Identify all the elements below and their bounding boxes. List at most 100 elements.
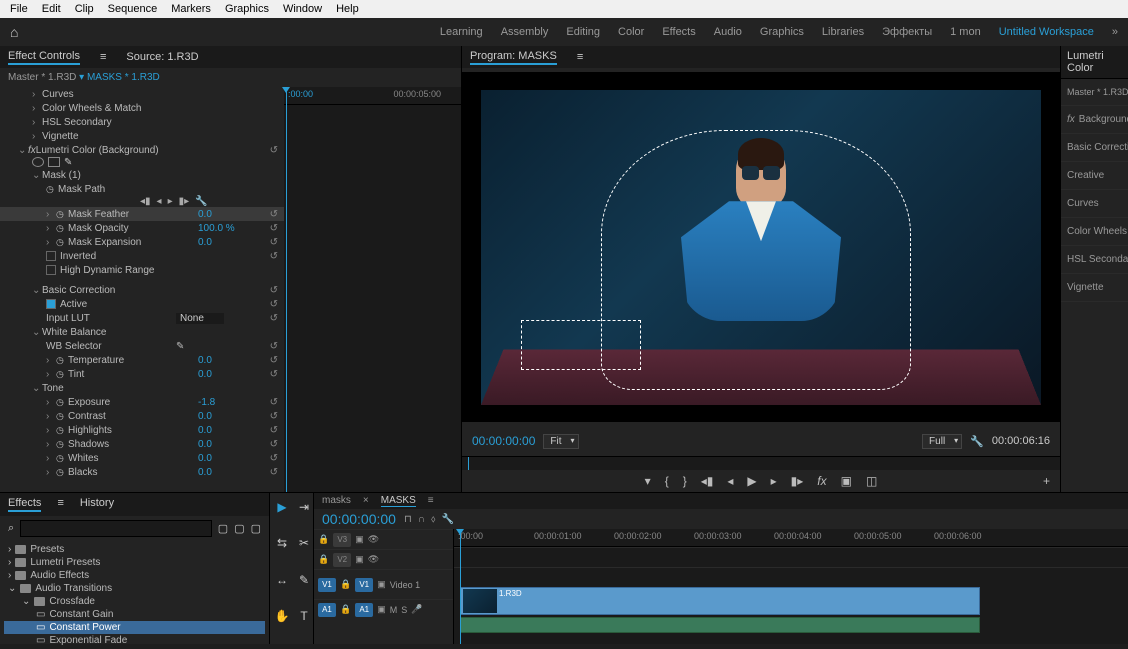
ws-custom1[interactable]: Эффекты <box>882 26 932 38</box>
panel-menu-icon[interactable]: ≡ <box>100 51 106 63</box>
eye-icon[interactable]: 👁 <box>368 534 379 545</box>
val-tint[interactable]: 0.0 <box>198 369 212 380</box>
fx-exp-fade[interactable]: Exponential Fade <box>49 635 127 646</box>
seq-tab-masks2[interactable]: MASKS <box>381 495 416 507</box>
settings-icon[interactable]: 🔧 <box>441 514 453 525</box>
step-fwd1-icon[interactable]: ▸ <box>771 474 777 488</box>
snap-icon[interactable]: ⊓ <box>404 514 412 525</box>
ws-assembly[interactable]: Assembly <box>501 26 549 38</box>
reset-icon[interactable]: ↺ <box>270 209 278 220</box>
type-tool-icon[interactable]: T <box>296 608 312 624</box>
lut-dropdown[interactable]: None <box>176 313 224 324</box>
step-fwd-icon[interactable]: ▮▸ <box>791 474 804 488</box>
fx-crossfade[interactable]: Crossfade <box>49 596 95 607</box>
video-clip[interactable]: 1.R3D <box>460 587 980 615</box>
prop-shadows[interactable]: Shadows <box>68 439 198 450</box>
val-highlights[interactable]: 0.0 <box>198 425 212 436</box>
prop-lumetri[interactable]: Lumetri Color (Background) <box>36 145 166 156</box>
step-back1-icon[interactable]: ◂ <box>727 474 733 488</box>
prop-colorwheels[interactable]: Color Wheels & Match <box>42 103 172 114</box>
panel-menu-icon[interactable]: ≡ <box>577 51 583 63</box>
resolution-dropdown[interactable]: Full <box>922 434 962 449</box>
prop-basic[interactable]: Basic Correction <box>42 285 172 296</box>
timeline-ruler[interactable]: :00:00 00:00:01:00 00:00:02:00 00:00:03:… <box>454 529 1128 547</box>
fx-audio-transitions[interactable]: Audio Transitions <box>35 583 112 594</box>
stopwatch-icon[interactable]: ◷ <box>46 184 58 195</box>
prop-maskopacity[interactable]: Mask Opacity <box>68 223 198 234</box>
hdr-checkbox[interactable] <box>46 265 56 275</box>
menu-help[interactable]: Help <box>330 1 365 17</box>
fx-const-power[interactable]: Constant Power <box>49 622 120 633</box>
mask-pen-icon[interactable]: ✎ <box>64 157 72 168</box>
lumetri-wheels[interactable]: Color Wheels & M… <box>1061 218 1128 246</box>
panel-menu-icon[interactable]: ≡ <box>57 497 63 512</box>
menu-sequence[interactable]: Sequence <box>102 1 164 17</box>
val-temp[interactable]: 0.0 <box>198 355 212 366</box>
lumetri-basic[interactable]: Basic Correction <box>1061 134 1128 162</box>
fx-const-gain[interactable]: Constant Gain <box>49 609 113 620</box>
source-tab[interactable]: Source: 1.R3D <box>126 51 198 63</box>
mask-rect-button[interactable] <box>48 157 60 167</box>
selection-tool-icon[interactable]: ▶ <box>274 499 290 515</box>
lumetri-bg[interactable]: Background <box>1079 114 1128 125</box>
reset-icon[interactable]: ↺ <box>270 145 278 156</box>
menu-file[interactable]: File <box>4 1 34 17</box>
program-tab[interactable]: Program: MASKS <box>470 50 557 65</box>
ws-effects[interactable]: Effects <box>662 26 695 38</box>
timeline-playhead[interactable] <box>460 529 461 644</box>
menu-edit[interactable]: Edit <box>36 1 67 17</box>
linked-sel-icon[interactable]: ∩ <box>418 514 425 525</box>
prop-vignette[interactable]: Vignette <box>42 131 172 142</box>
mark-in-icon[interactable]: { <box>665 474 669 488</box>
program-playhead[interactable] <box>468 457 469 470</box>
program-ruler[interactable] <box>462 456 1060 470</box>
prop-maskpath[interactable]: Mask Path <box>58 184 188 195</box>
play-icon[interactable]: ▶ <box>747 474 756 488</box>
effects-search-input[interactable] <box>20 520 212 537</box>
button-editor-icon[interactable]: + <box>1043 474 1050 488</box>
fx-badge-icon[interactable]: ▢ <box>234 522 244 535</box>
hand-tool-icon[interactable]: ✋ <box>274 608 290 624</box>
export-frame-icon[interactable]: ▣ <box>841 474 852 488</box>
razor-tool-icon[interactable]: ✂ <box>296 535 312 551</box>
prop-maskfeather[interactable]: Mask Feather <box>68 209 198 220</box>
val-exposure[interactable]: -1.8 <box>198 397 215 408</box>
mark-out-icon[interactable]: } <box>683 474 687 488</box>
active-checkbox[interactable] <box>46 299 56 309</box>
track-v3[interactable]: V3 <box>333 533 351 547</box>
prop-temp[interactable]: Temperature <box>68 355 198 366</box>
val-shadows[interactable]: 0.0 <box>198 439 212 450</box>
lumetri-hsl[interactable]: HSL Secondary <box>1061 246 1128 274</box>
track-prev-icon[interactable]: ◂▮ <box>140 196 151 207</box>
home-icon[interactable]: ⌂ <box>10 24 18 40</box>
ws-audio[interactable]: Audio <box>714 26 742 38</box>
val-contrast[interactable]: 0.0 <box>198 411 212 422</box>
track-select-icon[interactable]: ⇥ <box>296 499 312 515</box>
lumetri-creative[interactable]: Creative <box>1061 162 1128 190</box>
prop-maskexp[interactable]: Mask Expansion <box>68 237 198 248</box>
history-tab[interactable]: History <box>80 497 114 512</box>
track-play-icon[interactable]: ▸ <box>168 196 173 207</box>
prop-exposure[interactable]: Exposure <box>68 397 198 408</box>
val-maskexp[interactable]: 0.0 <box>198 237 212 248</box>
ripple-tool-icon[interactable]: ⇆ <box>274 535 290 551</box>
step-back-icon[interactable]: ◂▮ <box>701 474 714 488</box>
mask-ellipse-button[interactable] <box>32 157 44 167</box>
prop-contrast[interactable]: Contrast <box>68 411 198 422</box>
src-v1[interactable]: V1 <box>318 578 336 592</box>
prop-tint[interactable]: Tint <box>68 369 198 380</box>
add-marker-icon[interactable]: ▾ <box>645 474 651 488</box>
lock-icon[interactable]: 🔒 <box>318 534 329 545</box>
pen-tool-icon[interactable]: ✎ <box>296 572 312 588</box>
effects-tab[interactable]: Effects <box>8 497 41 512</box>
fx-lumetri-presets[interactable]: Lumetri Presets <box>30 557 100 568</box>
audio-clip[interactable] <box>460 617 980 633</box>
track-wrench-icon[interactable]: 🔧 <box>195 196 207 207</box>
wrench-icon[interactable]: 🔧 <box>970 435 984 448</box>
prop-hsl[interactable]: HSL Secondary <box>42 117 172 128</box>
prop-curves[interactable]: Curves <box>42 89 172 100</box>
ws-overflow-icon[interactable]: » <box>1112 26 1118 38</box>
ws-libraries[interactable]: Libraries <box>822 26 864 38</box>
ws-custom2[interactable]: 1 mon <box>950 26 981 38</box>
panel-menu-icon[interactable]: ≡ <box>428 495 434 507</box>
